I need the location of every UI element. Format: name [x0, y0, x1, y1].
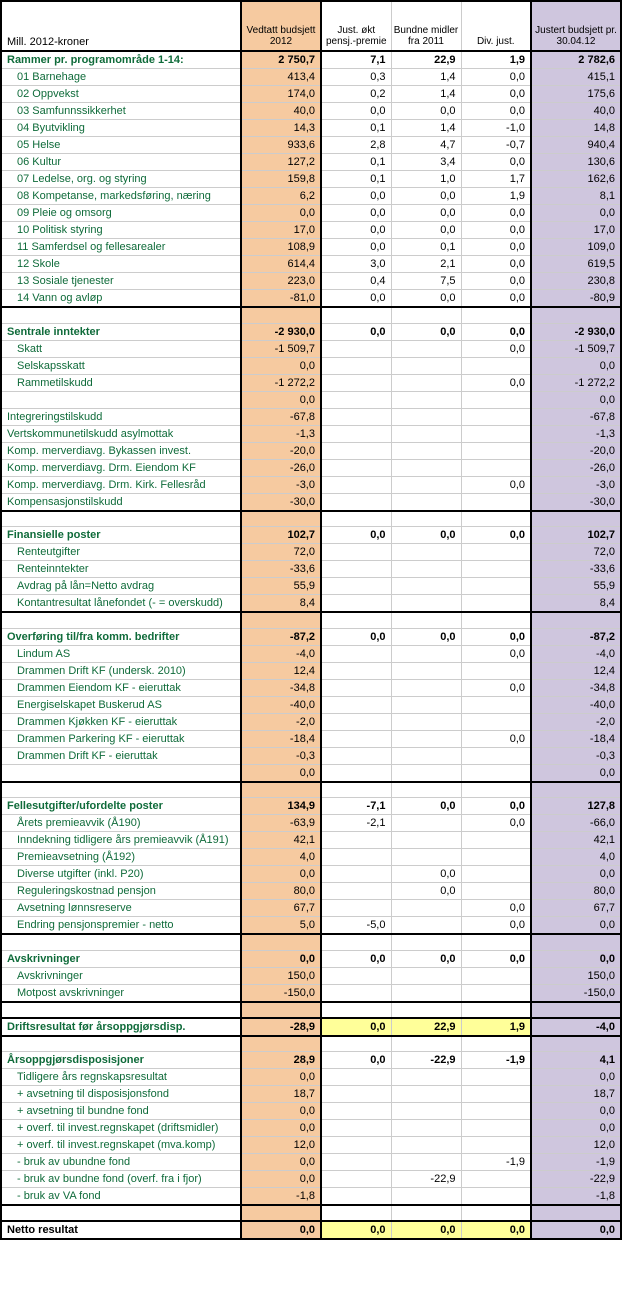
item-label: Renteutgifter	[1, 544, 241, 561]
section-vedtatt: 0,0	[241, 950, 321, 967]
item-label: - bruk av ubundne fond	[1, 1154, 241, 1171]
item-label: - bruk av VA fond	[1, 1188, 241, 1206]
drifts-label: Driftsresultat før årsoppgjørsdisp.	[1, 1018, 241, 1036]
item-label: Endring pensjonspremier - netto	[1, 917, 241, 935]
item-label: Komp. merverdiavg. Bykassen invest.	[1, 442, 241, 459]
header-justert: Justert budsjett pr. 30.04.12	[531, 1, 621, 51]
header-just-pensj: Just. økt pensj.-premie	[321, 1, 391, 51]
item-label: Premieavsetning (Å192)	[1, 849, 241, 866]
item-label: Renteinntekter	[1, 561, 241, 578]
budget-table: Mill. 2012-kroner Vedtatt budsjett 2012 …	[0, 0, 622, 1240]
item-label: 01 Barnehage	[1, 69, 241, 86]
item-label: 05 Helse	[1, 137, 241, 154]
item-label: Avskrivninger	[1, 967, 241, 984]
section-vedtatt: -2 930,0	[241, 323, 321, 340]
item-label: 12 Skole	[1, 256, 241, 273]
item-label: Inndekning tidligere års premieavvik (Å1…	[1, 832, 241, 849]
item-label: Avsetning lønnsreserve	[1, 900, 241, 917]
item-label: Tidligere års regnskapsresultat	[1, 1069, 241, 1086]
item-label: Kontantresultat lånefondet (- = overskud…	[1, 595, 241, 613]
item-label: + avsetning til bundne fond	[1, 1103, 241, 1120]
section-label: Sentrale inntekter	[1, 323, 241, 340]
item-label: 08 Kompetanse, markedsføring, næring	[1, 188, 241, 205]
section-vedtatt: -87,2	[241, 628, 321, 645]
item-label: Reguleringskostnad pensjon	[1, 883, 241, 900]
item-label: Drammen Eiendom KF - eieruttak	[1, 679, 241, 696]
item-label: Motpost avskrivninger	[1, 984, 241, 1002]
item-label: Drammen Parkering KF - eieruttak	[1, 730, 241, 747]
item-label: 11 Samferdsel og fellesarealer	[1, 239, 241, 256]
section-label: Overføring til/fra komm. bedrifter	[1, 628, 241, 645]
item-label: Komp. merverdiavg. Drm. Eiendom KF	[1, 459, 241, 476]
item-label: Kompensasjonstilskudd	[1, 493, 241, 511]
header-divjust: Div. just.	[461, 1, 531, 51]
item-label: Selskapsskatt	[1, 357, 241, 374]
section-vedtatt: 2 750,7	[241, 51, 321, 69]
netto-label: Netto resultat	[1, 1221, 241, 1239]
section-vedtatt: 134,9	[241, 798, 321, 815]
item-label: Lindum AS	[1, 645, 241, 662]
item-label	[1, 391, 241, 408]
item-label: 14 Vann og avløp	[1, 290, 241, 308]
section-label: Rammer pr. programområde 1-14:	[1, 51, 241, 69]
item-label: Energiselskapet Buskerud AS	[1, 696, 241, 713]
item-label: 02 Oppvekst	[1, 86, 241, 103]
header-label: Mill. 2012-kroner	[1, 1, 241, 51]
item-label: Avdrag på lån=Netto avdrag	[1, 578, 241, 595]
item-label: + overf. til invest.regnskapet (driftsmi…	[1, 1120, 241, 1137]
item-label: Rammetilskudd	[1, 374, 241, 391]
item-label: + overf. til invest.regnskapet (mva.komp…	[1, 1137, 241, 1154]
item-label: Komp. merverdiavg. Drm. Kirk. Fellesråd	[1, 476, 241, 493]
item-label: Vertskommunetilskudd asylmottak	[1, 425, 241, 442]
item-label: 03 Samfunnssikkerhet	[1, 103, 241, 120]
header-bundne: Bundne midler fra 2011	[391, 1, 461, 51]
item-label: Skatt	[1, 340, 241, 357]
item-label: 10 Politisk styring	[1, 222, 241, 239]
item-label: 04 Byutvikling	[1, 120, 241, 137]
item-label: 13 Sosiale tjenester	[1, 273, 241, 290]
section-vedtatt: 102,7	[241, 527, 321, 544]
item-label: Årets premieavvik (Å190)	[1, 815, 241, 832]
item-label: Drammen Drift KF (undersk. 2010)	[1, 662, 241, 679]
section-label: Avskrivninger	[1, 950, 241, 967]
item-label: 07 Ledelse, org. og styring	[1, 171, 241, 188]
item-label: 06 Kultur	[1, 154, 241, 171]
item-label: + avsetning til disposisjonsfond	[1, 1086, 241, 1103]
section-label: Fellesutgifter/ufordelte poster	[1, 798, 241, 815]
section-label: Finansielle poster	[1, 527, 241, 544]
item-label: Diverse utgifter (inkl. P20)	[1, 866, 241, 883]
header-vedtatt: Vedtatt budsjett 2012	[241, 1, 321, 51]
item-label: Integreringstilskudd	[1, 408, 241, 425]
section-label: Årsoppgjørsdisposisjoner	[1, 1052, 241, 1069]
item-label: - bruk av bundne fond (overf. fra i fjor…	[1, 1171, 241, 1188]
item-label: 09 Pleie og omsorg	[1, 205, 241, 222]
item-label: Drammen Drift KF - eieruttak	[1, 747, 241, 764]
item-label: Drammen Kjøkken KF - eieruttak	[1, 713, 241, 730]
item-label	[1, 764, 241, 782]
section-vedtatt: 28,9	[241, 1052, 321, 1069]
